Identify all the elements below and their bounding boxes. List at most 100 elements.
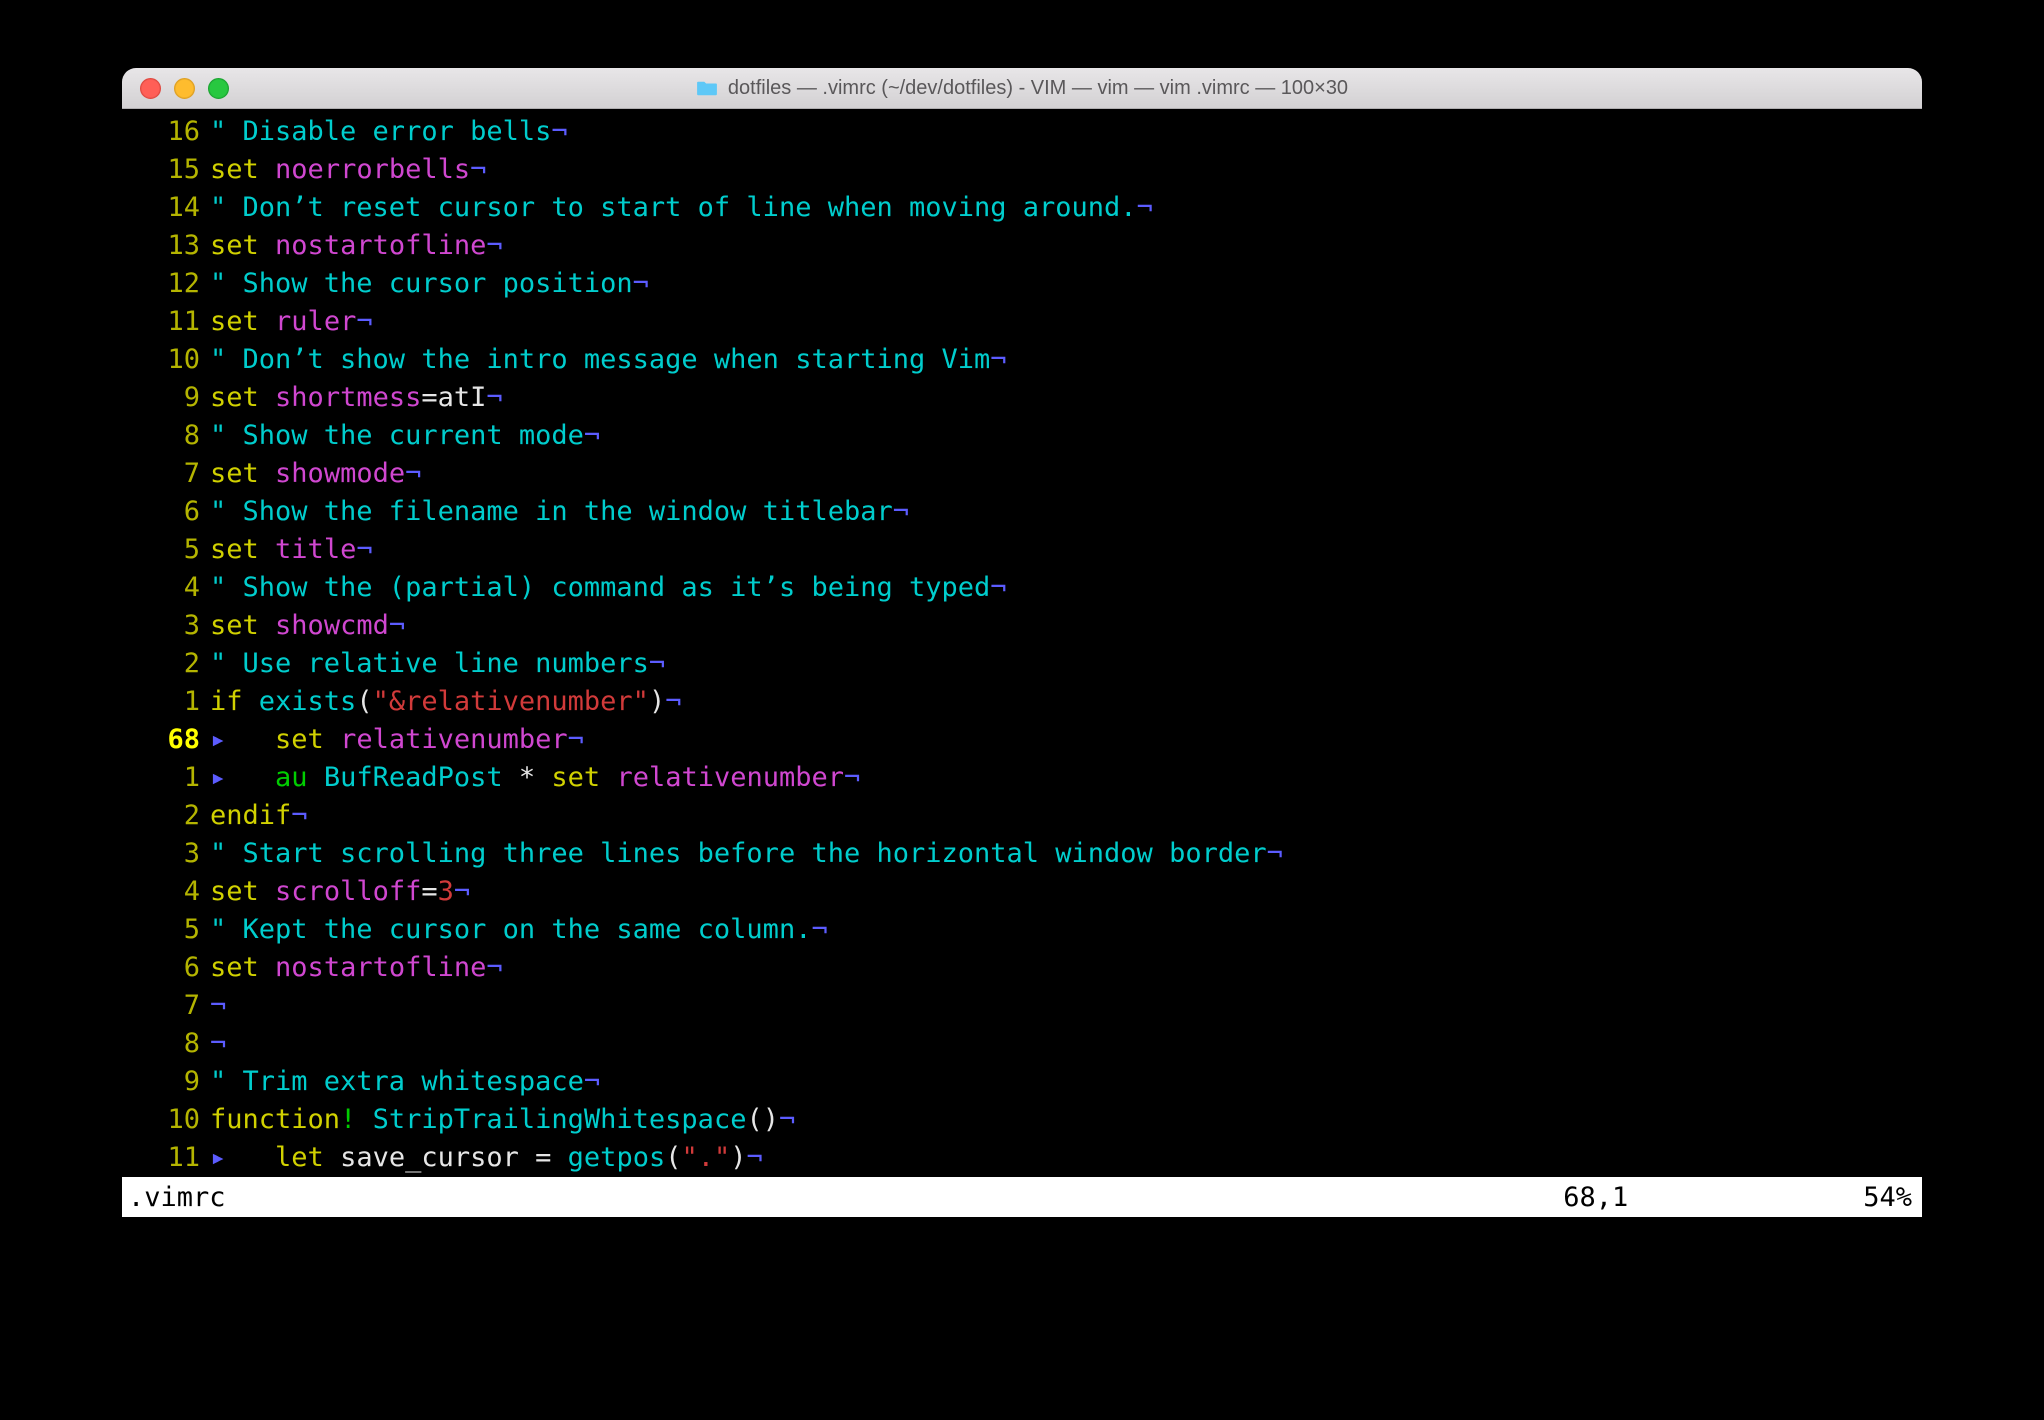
line-number: 2 bbox=[126, 645, 210, 683]
line-number: 15 bbox=[126, 151, 210, 189]
line-content: set noerrorbells¬ bbox=[210, 151, 486, 189]
code-line[interactable]: 8¬ bbox=[122, 1025, 1922, 1063]
line-number: 10 bbox=[126, 1101, 210, 1139]
eol-marker: ¬ bbox=[584, 1066, 600, 1097]
tab-marker: ▸ bbox=[210, 762, 275, 793]
line-number: 11 bbox=[126, 1139, 210, 1177]
line-number: 3 bbox=[126, 835, 210, 873]
code-line[interactable]: 10" Don’t show the intro message when st… bbox=[122, 341, 1922, 379]
eol-marker: ¬ bbox=[747, 1142, 763, 1173]
code-line[interactable]: 4" Show the (partial) command as it’s be… bbox=[122, 569, 1922, 607]
eol-marker: ¬ bbox=[486, 230, 502, 261]
line-content: set shortmess=atI¬ bbox=[210, 379, 503, 417]
line-content: set nostartofline¬ bbox=[210, 949, 503, 987]
line-content: " Start scrolling three lines before the… bbox=[210, 835, 1283, 873]
status-line: .vimrc 68,1 54% bbox=[122, 1177, 1922, 1217]
code-line[interactable]: 2endif¬ bbox=[122, 797, 1922, 835]
title-bar[interactable]: dotfiles — .vimrc (~/dev/dotfiles) - VIM… bbox=[122, 68, 1922, 109]
line-content: " Show the cursor position¬ bbox=[210, 265, 649, 303]
status-file-name: .vimrc bbox=[128, 1182, 1563, 1213]
eol-marker: ¬ bbox=[405, 458, 421, 489]
code-line[interactable]: 7¬ bbox=[122, 987, 1922, 1025]
eol-marker: ¬ bbox=[990, 344, 1006, 375]
line-number: 6 bbox=[126, 493, 210, 531]
line-number: 9 bbox=[126, 379, 210, 417]
code-line[interactable]: 9set shortmess=atI¬ bbox=[122, 379, 1922, 417]
line-number: 10 bbox=[126, 341, 210, 379]
line-content: if exists("&relativenumber")¬ bbox=[210, 683, 681, 721]
code-line[interactable]: 16" Disable error bells¬ bbox=[122, 113, 1922, 151]
line-number: 1 bbox=[126, 683, 210, 721]
close-button[interactable] bbox=[140, 78, 161, 99]
code-line[interactable]: 13set nostartofline¬ bbox=[122, 227, 1922, 265]
line-content: " Use relative line numbers¬ bbox=[210, 645, 665, 683]
window-title-text: dotfiles — .vimrc (~/dev/dotfiles) - VIM… bbox=[728, 77, 1348, 100]
code-line[interactable]: 6" Show the filename in the window title… bbox=[122, 493, 1922, 531]
eol-marker: ¬ bbox=[844, 762, 860, 793]
code-line[interactable]: 10function! StripTrailingWhitespace()¬ bbox=[122, 1101, 1922, 1139]
tab-marker: ▸ bbox=[210, 1142, 275, 1173]
line-content: ¬ bbox=[210, 1025, 226, 1063]
line-number: 5 bbox=[126, 531, 210, 569]
status-position: 68,1 bbox=[1563, 1182, 1863, 1213]
code-line[interactable]: 14" Don’t reset cursor to start of line … bbox=[122, 189, 1922, 227]
zoom-button[interactable] bbox=[208, 78, 229, 99]
minimize-button[interactable] bbox=[174, 78, 195, 99]
line-content: " Show the (partial) command as it’s bei… bbox=[210, 569, 1007, 607]
line-content: " Kept the cursor on the same column.¬ bbox=[210, 911, 828, 949]
eol-marker: ¬ bbox=[584, 420, 600, 451]
line-number: 3 bbox=[126, 607, 210, 645]
code-line[interactable]: 1if exists("&relativenumber")¬ bbox=[122, 683, 1922, 721]
eol-marker: ¬ bbox=[356, 534, 372, 565]
eol-marker: ¬ bbox=[454, 876, 470, 907]
eol-marker: ¬ bbox=[291, 800, 307, 831]
editor-viewport[interactable]: 16" Disable error bells¬15set noerrorbel… bbox=[122, 109, 1922, 1177]
code-line[interactable]: 7set showmode¬ bbox=[122, 455, 1922, 493]
code-line[interactable]: 8" Show the current mode¬ bbox=[122, 417, 1922, 455]
code-line[interactable]: 2" Use relative line numbers¬ bbox=[122, 645, 1922, 683]
line-content: " Show the current mode¬ bbox=[210, 417, 600, 455]
desktop: dotfiles — .vimrc (~/dev/dotfiles) - VIM… bbox=[0, 0, 2044, 1420]
line-content: " Disable error bells¬ bbox=[210, 113, 568, 151]
code-line[interactable]: 11▸ let save_cursor = getpos(".")¬ bbox=[122, 1139, 1922, 1177]
line-content: ▸ au BufReadPost * set relativenumber¬ bbox=[210, 759, 860, 797]
eol-marker: ¬ bbox=[568, 724, 584, 755]
code-line[interactable]: 1▸ au BufReadPost * set relativenumber¬ bbox=[122, 759, 1922, 797]
code-line[interactable]: 4set scrolloff=3¬ bbox=[122, 873, 1922, 911]
line-content: ▸ set relativenumber¬ bbox=[210, 721, 584, 759]
eol-marker: ¬ bbox=[551, 116, 567, 147]
eol-marker: ¬ bbox=[486, 952, 502, 983]
eol-marker: ¬ bbox=[1137, 192, 1153, 223]
line-content: set ruler¬ bbox=[210, 303, 373, 341]
line-number: 68 bbox=[126, 721, 210, 759]
line-number: 11 bbox=[126, 303, 210, 341]
code-line[interactable]: 6set nostartofline¬ bbox=[122, 949, 1922, 987]
line-content: set nostartofline¬ bbox=[210, 227, 503, 265]
code-line[interactable]: 3set showcmd¬ bbox=[122, 607, 1922, 645]
eol-marker: ¬ bbox=[389, 610, 405, 641]
eol-marker: ¬ bbox=[1267, 838, 1283, 869]
code-line[interactable]: 15set noerrorbells¬ bbox=[122, 151, 1922, 189]
code-line[interactable]: 9" Trim extra whitespace¬ bbox=[122, 1063, 1922, 1101]
line-content: set showmode¬ bbox=[210, 455, 421, 493]
eol-marker: ¬ bbox=[649, 648, 665, 679]
line-number: 13 bbox=[126, 227, 210, 265]
folder-icon bbox=[696, 79, 718, 97]
code-line[interactable]: 11set ruler¬ bbox=[122, 303, 1922, 341]
code-line[interactable]: 5set title¬ bbox=[122, 531, 1922, 569]
status-percent: 54% bbox=[1863, 1182, 1916, 1213]
window-title: dotfiles — .vimrc (~/dev/dotfiles) - VIM… bbox=[122, 77, 1922, 100]
eol-marker: ¬ bbox=[990, 572, 1006, 603]
eol-marker: ¬ bbox=[486, 382, 502, 413]
line-number: 8 bbox=[126, 417, 210, 455]
code-line[interactable]: 3" Start scrolling three lines before th… bbox=[122, 835, 1922, 873]
code-line[interactable]: 5" Kept the cursor on the same column.¬ bbox=[122, 911, 1922, 949]
command-line[interactable] bbox=[122, 1217, 1922, 1269]
line-number: 4 bbox=[126, 569, 210, 607]
line-number: 4 bbox=[126, 873, 210, 911]
eol-marker: ¬ bbox=[633, 268, 649, 299]
code-line[interactable]: 68▸ set relativenumber¬ bbox=[122, 721, 1922, 759]
eol-marker: ¬ bbox=[210, 990, 226, 1021]
code-line[interactable]: 12" Show the cursor position¬ bbox=[122, 265, 1922, 303]
line-content: set title¬ bbox=[210, 531, 373, 569]
